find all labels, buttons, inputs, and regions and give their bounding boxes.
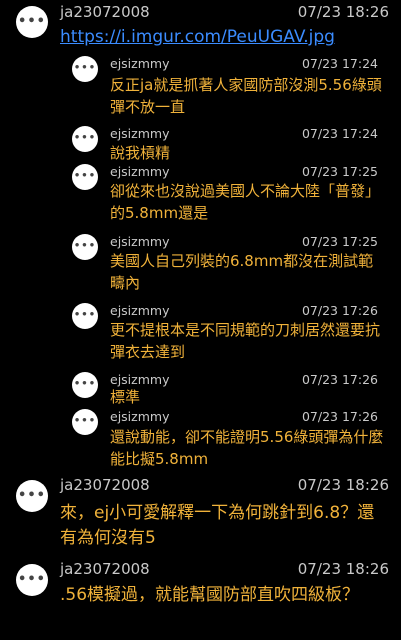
- comment-text: .56模擬過，就能幫國防部直吹四級板？: [60, 585, 360, 605]
- username[interactable]: ejsizmmy: [110, 303, 169, 318]
- avatar-icon[interactable]: •••: [72, 409, 98, 435]
- timestamp: 07/23 17:25: [301, 164, 378, 179]
- avatar-icon[interactable]: •••: [72, 164, 98, 190]
- avatar-icon[interactable]: •••: [72, 303, 98, 329]
- timestamp: 07/23 17:24: [301, 126, 378, 141]
- timestamp: 07/23 17:24: [301, 56, 378, 71]
- avatar-icon[interactable]: •••: [16, 564, 48, 596]
- username[interactable]: ejsizmmy: [110, 126, 169, 141]
- more-dots-icon: •••: [73, 378, 97, 390]
- timestamp: 07/23 17:25: [301, 234, 378, 249]
- comment-text: 標準: [110, 388, 141, 406]
- comment-text: 說我槓精: [110, 144, 171, 162]
- avatar-icon[interactable]: •••: [72, 234, 98, 260]
- comment-text: 更不提根本是不同規範的刀刺居然還要抗彈衣去達到: [110, 321, 381, 361]
- timestamp: 07/23 18:26: [297, 476, 389, 494]
- username[interactable]: ejsizmmy: [110, 164, 169, 179]
- username[interactable]: ejsizmmy: [110, 56, 169, 71]
- more-dots-icon: •••: [73, 170, 97, 182]
- more-dots-icon: •••: [73, 62, 97, 74]
- avatar-icon[interactable]: •••: [16, 480, 48, 512]
- comment-text: 反正ja就是抓著人家國防部沒測5.56綠頭彈不放一直: [110, 76, 382, 116]
- avatar-icon[interactable]: •••: [72, 126, 98, 152]
- timestamp: 07/23 18:26: [297, 3, 389, 21]
- comment-link[interactable]: https://i.imgur.com/PeuUGAV.jpg: [60, 25, 390, 50]
- comment-text: 美國人自己列裝的6.8mm都沒在測試範疇內: [110, 252, 374, 292]
- comment-text: 來，ej小可愛解釋一下為何跳針到6.8？還有為何沒有5: [60, 503, 375, 548]
- timestamp: 07/23 18:26: [297, 560, 389, 578]
- timestamp: 07/23 17:26: [301, 409, 378, 424]
- more-dots-icon: •••: [73, 132, 97, 144]
- username[interactable]: ejsizmmy: [110, 372, 169, 387]
- avatar-icon[interactable]: •••: [72, 56, 98, 82]
- comment-text: 還說動能，卻不能證明5.56綠頭彈為什麼能比擬5.8mm: [110, 428, 384, 468]
- more-dots-icon: •••: [73, 240, 97, 252]
- username[interactable]: ja23072008: [60, 560, 150, 578]
- more-dots-icon: •••: [18, 13, 46, 29]
- more-dots-icon: •••: [73, 309, 97, 321]
- comment-text: 卻從來也沒說過美國人不論大陸「普發」的5.8mm還是: [110, 182, 381, 222]
- avatar-icon[interactable]: •••: [16, 6, 48, 38]
- username[interactable]: ejsizmmy: [110, 409, 169, 424]
- more-dots-icon: •••: [18, 487, 46, 503]
- timestamp: 07/23 17:26: [301, 303, 378, 318]
- more-dots-icon: •••: [18, 571, 46, 587]
- username[interactable]: ja23072008: [60, 476, 150, 494]
- timestamp: 07/23 17:26: [301, 372, 378, 387]
- more-dots-icon: •••: [73, 415, 97, 427]
- username[interactable]: ejsizmmy: [110, 234, 169, 249]
- username[interactable]: ja23072008: [60, 3, 150, 21]
- avatar-icon[interactable]: •••: [72, 372, 98, 398]
